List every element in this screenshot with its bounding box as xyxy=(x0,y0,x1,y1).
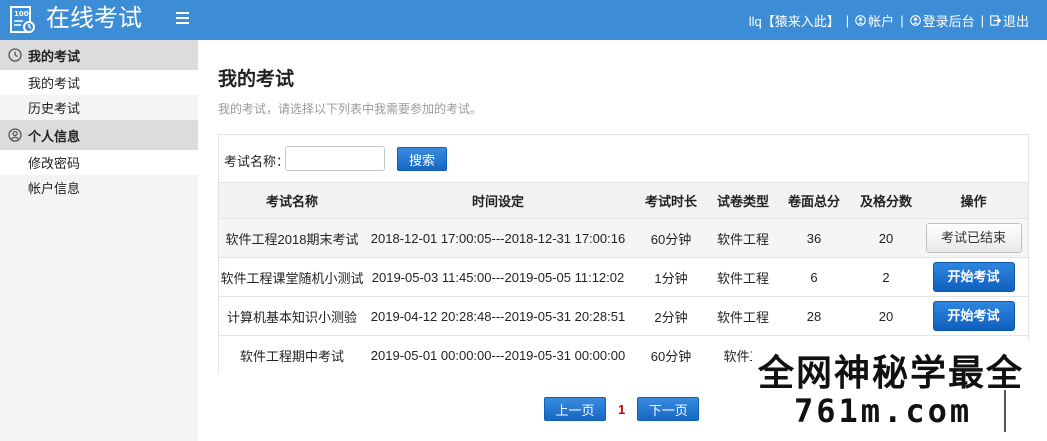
pagination: 上一页 1 下一页 xyxy=(544,397,700,421)
watermark-divider xyxy=(1004,390,1006,432)
cell-total-score: 36 xyxy=(775,218,853,258)
column-header-action: 操作 xyxy=(919,182,1028,219)
exam-list-panel: 考试名称： 搜索 考试名称 时间设定 考试时长 试卷类型 卷面总分 及格分数 操… xyxy=(218,134,1029,375)
admin-login-label: 登录后台 xyxy=(922,13,975,29)
current-page-number[interactable]: 1 xyxy=(618,402,625,417)
cell-total-score: 6 xyxy=(775,257,853,297)
cell-duration: 2分钟 xyxy=(631,296,711,336)
cell-action: 开始考试 xyxy=(919,257,1028,297)
clock-icon xyxy=(8,48,22,62)
cell-pass-score: 20 xyxy=(853,296,919,336)
logout-label: 退出 xyxy=(1002,13,1029,29)
sidebar-item-history-exams[interactable]: 历史考试 xyxy=(0,95,198,120)
column-header-exam-name: 考试名称 xyxy=(219,182,365,219)
page-description: 我的考试，请选择以下列表中我需要参加的考试。 xyxy=(218,102,483,116)
cell-paper-type: 软件工程 xyxy=(711,257,775,297)
account-label: 帐户 xyxy=(868,13,895,29)
user-circle-icon xyxy=(8,128,22,142)
sidebar-item-change-password[interactable]: 修改密码 xyxy=(0,150,198,175)
user-circle-icon xyxy=(855,14,866,26)
nav-separator: | xyxy=(980,12,984,28)
logout-link[interactable]: 退出 xyxy=(990,11,1029,30)
current-user-link[interactable]: llq【猿来入此】 xyxy=(749,11,840,30)
sidebar-group-personal-info[interactable]: 个人信息 xyxy=(0,120,198,150)
sidebar: 我的考试 我的考试 历史考试 个人信息 修改密码 帐户信息 xyxy=(0,40,198,441)
watermark-text: 全网神秘学最全 xyxy=(758,353,1025,394)
cell-exam-name: 软件工程2018期末考试 xyxy=(219,218,365,258)
cell-time: 2019-05-03 11:45:00---2019-05-05 11:12:0… xyxy=(365,257,631,297)
nav-separator: | xyxy=(845,12,850,28)
cell-exam-name: 计算机基本知识小测验 xyxy=(219,296,365,336)
sidebar-group-my-exams[interactable]: 我的考试 xyxy=(0,40,198,70)
column-header-time: 时间设定 xyxy=(365,182,631,219)
cell-duration: 60分钟 xyxy=(631,218,711,258)
watermark-url: 761m.com xyxy=(794,392,973,430)
column-header-pass-score: 及格分数 xyxy=(853,182,919,219)
sidebar-group-title: 个人信息 xyxy=(28,128,81,144)
column-header-total-score: 卷面总分 xyxy=(775,182,853,219)
admin-login-link[interactable]: 登录后台 xyxy=(909,11,975,30)
sidebar-item-account-info[interactable]: 帐户信息 xyxy=(0,175,198,200)
cell-pass-score: 2 xyxy=(853,257,919,297)
next-page-button[interactable]: 下一页 xyxy=(637,397,700,421)
logout-icon xyxy=(990,14,1001,26)
exam-name-search-input[interactable] xyxy=(285,146,385,171)
exam-ended-button[interactable]: 考试已结束 xyxy=(925,223,1022,253)
user-circle-icon xyxy=(909,14,921,26)
top-nav: llq【猿来入此】 | 帐户 | 登录后台 | 退出 xyxy=(749,0,1029,40)
table-row: 软件工程课堂随机小测试 2019-05-03 11:45:00---2019-0… xyxy=(219,257,1028,297)
menu-toggle-icon[interactable] xyxy=(176,12,189,26)
table-header-row: 考试名称 时间设定 考试时长 试卷类型 卷面总分 及格分数 操作 xyxy=(219,182,1028,219)
cell-pass-score: 20 xyxy=(853,218,919,258)
search-button[interactable]: 搜索 xyxy=(397,147,447,171)
cell-time: 2019-05-01 00:00:00---2019-05-31 00:00:0… xyxy=(365,335,631,375)
table-row: 软件工程2018期末考试 2018-12-01 17:00:05---2018-… xyxy=(219,218,1028,258)
cell-paper-type: 软件工程 xyxy=(711,218,775,258)
cell-time: 2019-04-12 20:28:48---2019-05-31 20:28:5… xyxy=(365,296,631,336)
exam-paper-logo-icon: 100 xyxy=(10,6,35,33)
watermark-overlay: 全网神秘学最全 761m.com xyxy=(752,340,1047,441)
account-link[interactable]: 帐户 xyxy=(855,11,894,30)
table-row: 计算机基本知识小测验 2019-04-12 20:28:48---2019-05… xyxy=(219,296,1028,336)
app-title: 在线考试 xyxy=(46,5,142,32)
cell-duration: 60分钟 xyxy=(631,335,711,375)
sidebar-item-my-exams[interactable]: 我的考试 xyxy=(0,70,198,95)
cell-action: 开始考试 xyxy=(919,296,1028,336)
page-title: 我的考试 xyxy=(218,69,295,90)
prev-page-button[interactable]: 上一页 xyxy=(544,397,606,421)
column-header-paper-type: 试卷类型 xyxy=(711,182,775,219)
cell-action: 考试已结束 xyxy=(919,218,1028,258)
nav-separator: | xyxy=(900,12,904,28)
column-header-duration: 考试时长 xyxy=(631,182,711,219)
cell-time: 2018-12-01 17:00:05---2018-12-31 17:00:1… xyxy=(365,218,631,258)
cell-total-score: 28 xyxy=(775,296,853,336)
cell-paper-type: 软件工程 xyxy=(711,296,775,336)
top-header: 100 在线考试 llq【猿来入此】 | 帐户 | 登录后台 | 退出 xyxy=(0,0,1047,40)
sidebar-group-title: 我的考试 xyxy=(28,48,81,64)
cell-exam-name: 软件工程课堂随机小测试 xyxy=(219,257,365,297)
cell-exam-name: 软件工程期中考试 xyxy=(219,335,365,375)
search-label: 考试名称： xyxy=(224,154,290,169)
cell-duration: 1分钟 xyxy=(631,257,711,297)
search-bar: 考试名称： 搜索 xyxy=(219,135,1028,182)
start-exam-button[interactable]: 开始考试 xyxy=(932,301,1015,331)
svg-text:100: 100 xyxy=(14,10,29,18)
start-exam-button[interactable]: 开始考试 xyxy=(932,262,1015,292)
